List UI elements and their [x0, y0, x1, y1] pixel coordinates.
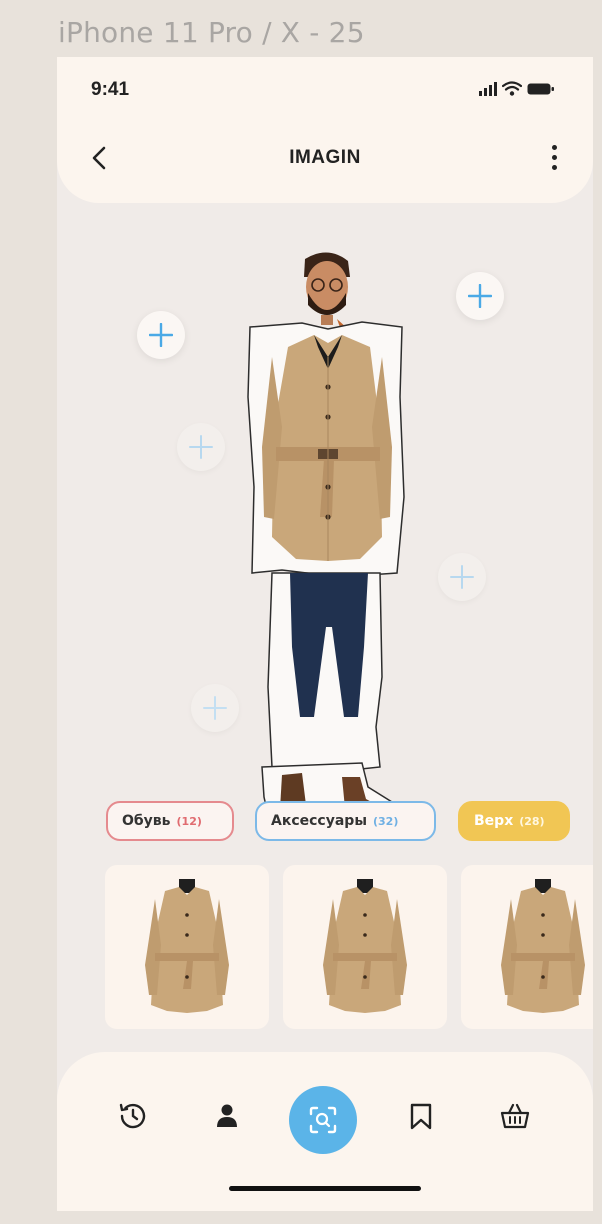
add-item-button[interactable]: [456, 272, 504, 320]
plus-icon: [468, 284, 492, 308]
plus-icon: [450, 565, 474, 589]
phone-screen: 9:41 IMAGIN Обувь (12) Аксессуары (32) В…: [57, 57, 593, 1211]
chip-label: Обувь: [122, 813, 171, 829]
page-title: IMAGIN: [289, 147, 361, 168]
pants-panel: [267, 572, 383, 772]
plus-icon: [203, 696, 227, 720]
top-bar: 9:41 IMAGIN: [57, 57, 593, 203]
trench-coat-image: [323, 879, 407, 1013]
plus-icon: [149, 323, 173, 347]
category-chip-shoes[interactable]: Обувь (12): [106, 801, 234, 841]
nav-scan-search[interactable]: [289, 1086, 357, 1154]
avatar-head: [304, 252, 350, 333]
bottom-nav: [57, 1052, 593, 1211]
category-chip-accessories[interactable]: Аксессуары (32): [255, 801, 436, 841]
scan-search-icon: [309, 1106, 337, 1134]
product-card[interactable]: [283, 865, 447, 1029]
add-item-button[interactable]: [137, 311, 185, 359]
product-card[interactable]: [105, 865, 269, 1029]
add-item-button[interactable]: [438, 553, 486, 601]
nav-bookmarks[interactable]: [403, 1098, 439, 1134]
trench-coat-image: [145, 879, 229, 1013]
signal-icon: [479, 82, 497, 96]
more-dot-icon: [551, 165, 557, 170]
home-indicator: [229, 1186, 421, 1191]
status-time: 9:41: [91, 79, 130, 100]
history-icon: [119, 1103, 146, 1129]
wifi-icon: [502, 81, 522, 96]
chip-count: (12): [176, 814, 202, 828]
chip-label: Верх: [474, 813, 514, 829]
basket-icon: [500, 1103, 530, 1129]
product-card[interactable]: [461, 865, 593, 1029]
avatar-outfit: [247, 252, 405, 838]
profile-icon: [217, 1104, 237, 1127]
nav-history[interactable]: [115, 1098, 151, 1134]
chip-label: Аксессуары: [271, 813, 367, 829]
more-dot-icon: [551, 145, 557, 150]
chip-count: (32): [372, 814, 399, 828]
add-item-button[interactable]: [177, 423, 225, 471]
more-options-button[interactable]: [549, 145, 559, 171]
nav-profile[interactable]: [209, 1098, 245, 1134]
category-chip-tops[interactable]: Верх (28): [458, 801, 570, 841]
status-icons: [479, 81, 555, 96]
coat-panel: [247, 321, 405, 578]
more-dot-icon: [551, 155, 557, 160]
plus-icon: [189, 435, 213, 459]
trench-coat-image: [501, 879, 585, 1013]
battery-icon: [527, 82, 555, 96]
nav-basket[interactable]: [497, 1098, 533, 1134]
add-item-button[interactable]: [191, 684, 239, 732]
frame-label: iPhone 11 Pro / X - 25: [58, 16, 365, 49]
bookmark-icon: [410, 1103, 432, 1130]
chip-count: (28): [519, 814, 545, 828]
